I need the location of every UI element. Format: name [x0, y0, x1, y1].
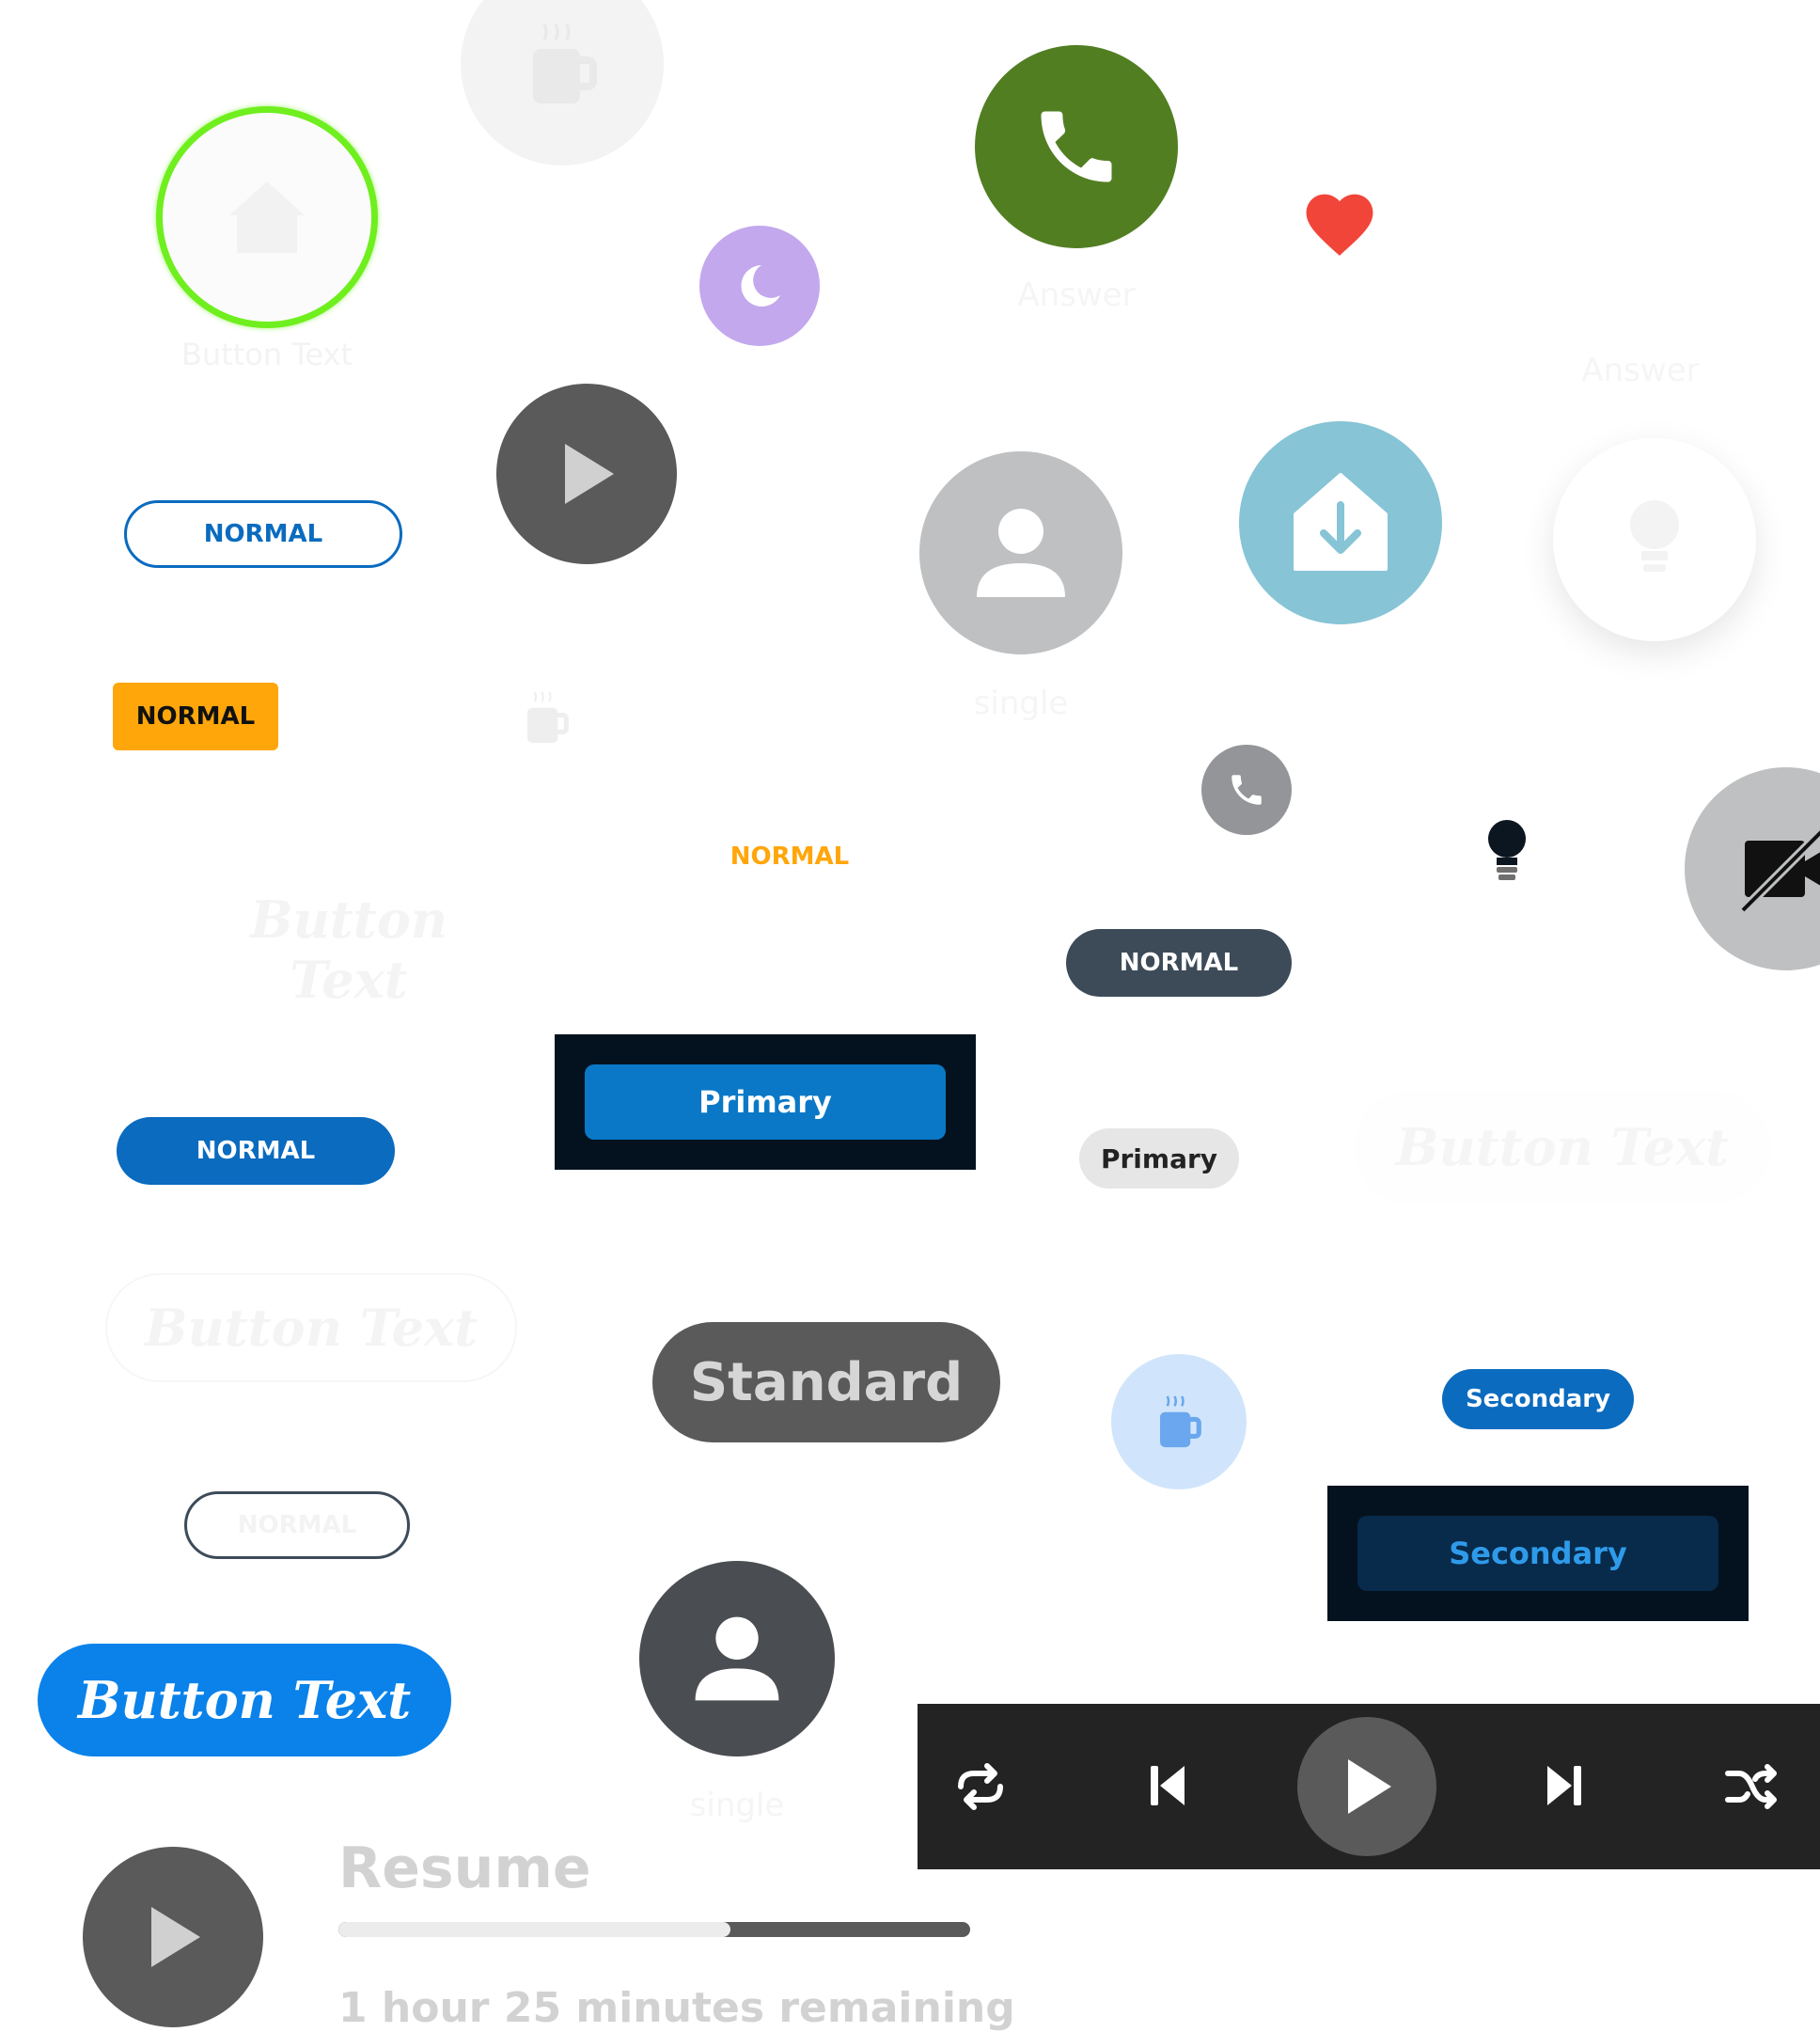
- resume-play-button[interactable]: [83, 1847, 263, 2027]
- coffee-mug-icon[interactable]: [519, 686, 573, 748]
- primary-dark-label: Primary: [698, 1084, 832, 1120]
- normal-slate-label: NORMAL: [1119, 949, 1239, 977]
- secondary-pill-label: Secondary: [1465, 1385, 1611, 1413]
- skip-previous-icon[interactable]: [1149, 1762, 1186, 1809]
- standard-button[interactable]: Standard: [652, 1322, 1000, 1442]
- primary-light-label: Primary: [1100, 1142, 1218, 1174]
- avatar-dark-button[interactable]: [639, 1561, 835, 1756]
- heart-icon[interactable]: [1299, 184, 1380, 258]
- person-icon: [969, 501, 1073, 605]
- normal-outline-label: NORMAL: [203, 520, 323, 548]
- normal-blue-label: NORMAL: [196, 1137, 316, 1165]
- normal-slate-button[interactable]: NORMAL: [1066, 929, 1292, 997]
- secondary-dark-label: Secondary: [1449, 1536, 1627, 1571]
- faint-button-2-label: Button Text: [144, 1298, 479, 1358]
- play-button[interactable]: [496, 384, 677, 564]
- answer-call-button[interactable]: [975, 45, 1178, 248]
- primary-dark-button[interactable]: Primary: [585, 1064, 946, 1140]
- primary-dark-container: Primary: [555, 1034, 976, 1170]
- home-download-button[interactable]: [1239, 421, 1442, 624]
- media-player-bar: [918, 1704, 1820, 1869]
- coffee-mug-icon: [1152, 1391, 1206, 1453]
- play-icon: [554, 438, 620, 510]
- coffee-blue-button[interactable]: [1111, 1354, 1247, 1489]
- resume-progress-track: [338, 1922, 970, 1937]
- secondary-dark-container: Secondary: [1327, 1486, 1749, 1621]
- person-icon: [688, 1610, 786, 1708]
- faint-button-3-label: Button Text: [1395, 1117, 1730, 1177]
- home-ring-label: Button Text: [180, 337, 353, 372]
- moon-icon: [733, 260, 786, 312]
- coffee-faint-button[interactable]: [461, 0, 664, 165]
- resume-title: Resume: [338, 1835, 591, 1901]
- phone-icon: [1029, 100, 1123, 194]
- answer-label: Answer: [1017, 276, 1136, 314]
- avatar-button[interactable]: [919, 451, 1122, 654]
- normal-text-button[interactable]: NORMAL: [714, 843, 865, 871]
- faint-button-text-1[interactable]: Button Text: [184, 890, 513, 1010]
- phone-icon: [1227, 770, 1266, 810]
- normal-amber-label: NORMAL: [135, 702, 256, 731]
- button-text-button[interactable]: Button Text: [38, 1644, 451, 1756]
- lightbulb-icon: [1626, 498, 1683, 581]
- phone-small-button[interactable]: [1201, 745, 1292, 835]
- skip-next-icon[interactable]: [1545, 1762, 1583, 1809]
- play-icon: [140, 1901, 206, 1973]
- home-download-icon: [1292, 471, 1389, 575]
- moon-button[interactable]: [699, 226, 820, 346]
- standard-label: Standard: [689, 1351, 964, 1413]
- normal-outline-button[interactable]: NORMAL: [124, 500, 402, 568]
- resume-remaining: 1 hour 25 minutes remaining: [338, 1984, 1015, 2032]
- button-text-label: Button Text: [77, 1670, 412, 1730]
- video-off-button[interactable]: [1685, 767, 1820, 970]
- video-off-icon: [1737, 824, 1820, 914]
- player-play-button[interactable]: [1297, 1717, 1436, 1856]
- primary-light-button[interactable]: Primary: [1079, 1128, 1239, 1189]
- normal-outline-slate-label: NORMAL: [237, 1511, 357, 1539]
- shuffle-icon[interactable]: [1724, 1762, 1779, 1811]
- faint-button-3[interactable]: Button Text: [1354, 1091, 1771, 1204]
- home-ring-button[interactable]: [156, 106, 378, 328]
- avatar-dark-label: single: [689, 1787, 785, 1824]
- lightbulb-faint-button[interactable]: [1553, 438, 1756, 641]
- repeat-icon[interactable]: [953, 1760, 1008, 1813]
- faint-button-2[interactable]: Button Text: [105, 1273, 517, 1382]
- lightbulb-icon[interactable]: [1485, 820, 1529, 884]
- play-icon: [1339, 1756, 1395, 1818]
- answer-label-right: Answer: [1581, 352, 1700, 389]
- home-icon: [226, 178, 308, 257]
- secondary-pill-button[interactable]: Secondary: [1442, 1369, 1634, 1429]
- normal-outline-slate-button[interactable]: NORMAL: [184, 1491, 410, 1559]
- coffee-mug-icon: [520, 17, 604, 111]
- normal-amber-button[interactable]: NORMAL: [113, 683, 278, 750]
- secondary-dark-button[interactable]: Secondary: [1357, 1516, 1718, 1591]
- normal-blue-button[interactable]: NORMAL: [117, 1117, 395, 1185]
- avatar-label: single: [973, 685, 1069, 722]
- resume-progress-fill: [338, 1922, 730, 1937]
